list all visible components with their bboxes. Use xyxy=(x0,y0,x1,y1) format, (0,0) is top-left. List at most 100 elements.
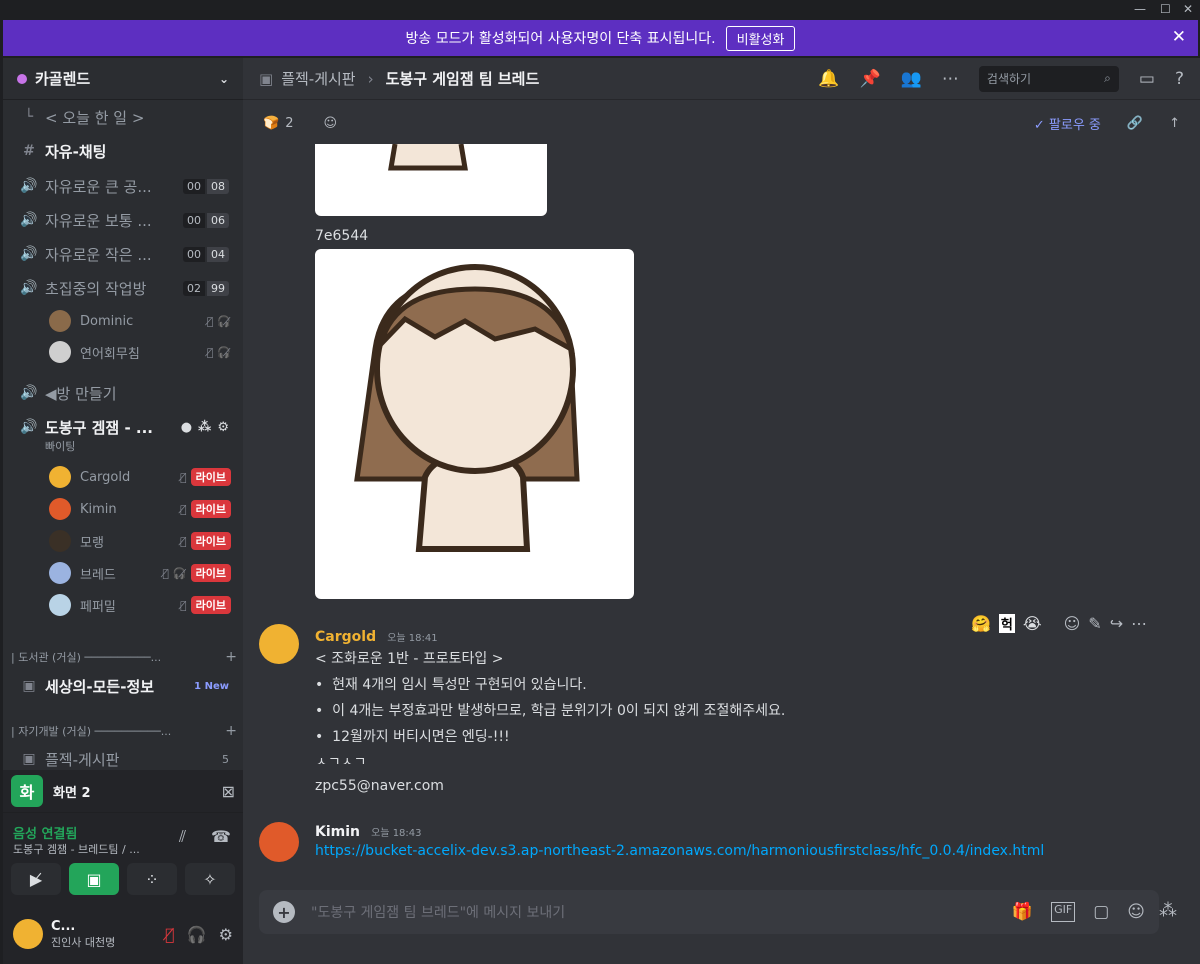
soundboard-icon[interactable]: ✧ xyxy=(185,863,235,895)
message-link[interactable]: https://bucket-accelix-dev.s3.ap-northea… xyxy=(315,843,1044,859)
message-line: 현재 4개의 임시 특성만 구현되어 있습니다. xyxy=(332,677,587,693)
user-panel: C... 진인사 대천명 🎙̸ 🎧 ⚙ xyxy=(3,904,243,964)
voice-user-yeoneo[interactable]: 연어회무침 🎙̸ 🎧̸ xyxy=(49,338,239,366)
message-author[interactable]: Kimin xyxy=(315,824,360,840)
channel-voice-normal[interactable]: 🔊 자유로운 보통 ... 00 06 xyxy=(3,205,243,235)
close-window-icon[interactable]: ✕ xyxy=(1183,2,1193,16)
screen-share-bar[interactable]: 화 화면 2 ⊠ xyxy=(3,770,243,812)
deafened-icon: 🎧̸ xyxy=(217,314,231,328)
add-member-icon[interactable]: ⁂ xyxy=(198,420,211,435)
user-name: 브레드 xyxy=(80,567,116,583)
reaction-heok-icon[interactable]: 헉 xyxy=(998,614,1015,633)
live-badge: 라이브 xyxy=(190,500,231,518)
reaction-hug-icon[interactable]: 🤗 xyxy=(971,614,991,633)
server-header[interactable]: 카골렌드 ⌄ xyxy=(3,58,243,100)
camera-off-icon[interactable]: ▶̸ xyxy=(11,863,61,895)
add-reaction-icon[interactable]: ☺ xyxy=(1064,614,1081,633)
avatar xyxy=(49,530,71,552)
category-library[interactable]: | 도서관 (거실) ──────────... + xyxy=(11,646,237,668)
voice-channel-name[interactable]: 도봉구 겜잼 - 브레드팀 / ... xyxy=(13,841,140,857)
message-author[interactable]: Cargold xyxy=(315,629,376,645)
apps-icon[interactable]: ⁂ xyxy=(1159,900,1177,921)
message-line: 이 4개는 부정효과만 발생하므로, 학급 분위기가 0이 되지 않게 조절해주… xyxy=(332,703,786,719)
reaction-cry-icon[interactable]: 😭 xyxy=(1023,614,1042,633)
disable-button[interactable]: 비활성화 xyxy=(725,25,796,51)
forum-icon: ▣ xyxy=(22,751,36,767)
avatar[interactable] xyxy=(259,822,299,862)
channel-voice-small[interactable]: 🔊 자유로운 작은 ... 00 04 xyxy=(3,239,243,269)
plus-icon[interactable]: + xyxy=(273,901,295,923)
gear-icon[interactable]: ⚙ xyxy=(217,420,229,435)
voice-user-kimin[interactable]: Kimin 🎙̸ 라이브 xyxy=(49,495,239,523)
voice-user-peppermill[interactable]: 페퍼밀 🎙̸ 라이브 xyxy=(49,591,239,619)
more-icon[interactable]: ⋯ xyxy=(1131,614,1147,633)
chevron-down-icon[interactable]: ⌄ xyxy=(219,72,229,86)
pin-icon[interactable]: 📌 xyxy=(860,69,881,89)
screen-share-button[interactable]: ▣ xyxy=(69,863,119,895)
headphones-icon[interactable]: 🎧 xyxy=(187,925,207,944)
user-name: C... xyxy=(51,918,76,934)
inbox-icon[interactable]: ▭ xyxy=(1139,69,1155,89)
channel-voice-focus[interactable]: 🔊 초집중의 작업방 02 99 xyxy=(3,273,243,303)
voice-user-bread[interactable]: 브레드 🎙̸ 🎧̸ 라이브 xyxy=(49,559,239,587)
composer-placeholder[interactable]: "도봉구 게임잼 팀 브레드"에 메시지 보내기 xyxy=(311,902,565,922)
link-icon[interactable]: 🔗 xyxy=(1127,116,1143,131)
channel-free-chat[interactable]: # 자유-채팅 xyxy=(3,136,243,166)
reply-icon[interactable]: ↪ xyxy=(1110,614,1123,633)
gif-icon[interactable]: GIF xyxy=(1051,902,1076,922)
channel-label: 도봉구 겜잼 - ... xyxy=(45,418,153,437)
stop-stream-icon[interactable]: ⊠ xyxy=(222,782,235,801)
bread-reaction-icon[interactable]: 🍞 xyxy=(263,116,279,131)
voice-user-cargold[interactable]: Cargold 🎙̸ 라이브 xyxy=(49,463,239,491)
user-name: 모랭 xyxy=(80,535,104,551)
character-image xyxy=(388,144,468,171)
follow-button[interactable]: ✓ 팔로우 중 xyxy=(1034,114,1101,133)
message-line: ㅅㄱㅅㄱ xyxy=(315,755,367,764)
minimize-icon[interactable]: — xyxy=(1134,2,1146,16)
breadcrumb-forum[interactable]: 플젝-게시판 xyxy=(281,68,355,89)
attached-image-cropped[interactable] xyxy=(315,144,547,216)
help-icon[interactable]: ? xyxy=(1175,69,1184,89)
attached-image[interactable] xyxy=(315,249,634,599)
category-self-dev[interactable]: | 자기개발 (거실) ──────────... + xyxy=(11,720,237,742)
channel-voice-big[interactable]: 🔊 자유로운 큰 공... 00 08 xyxy=(3,171,243,201)
plus-icon[interactable]: + xyxy=(225,649,237,665)
activities-icon[interactable]: ⁘ xyxy=(127,863,177,895)
more-icon[interactable]: ⋯ xyxy=(942,69,959,89)
add-reaction-icon[interactable]: ☺ xyxy=(323,116,337,131)
mic-muted-icon: 🎙̸ xyxy=(180,534,187,548)
edit-icon[interactable]: ✎ xyxy=(1088,614,1101,633)
voice-user-dominic[interactable]: Dominic 🎙̸ 🎧̸ xyxy=(49,307,239,335)
sticker-icon[interactable]: ▢ xyxy=(1093,902,1109,922)
emoji-icon[interactable]: ☺ xyxy=(1127,902,1145,922)
voice-status: 빠이팅 xyxy=(45,440,76,453)
arrow-up-icon[interactable]: ↑ xyxy=(1169,116,1180,131)
channel-today[interactable]: └ < 오늘 한 일 > xyxy=(3,102,243,132)
search-placeholder: 검색하기 xyxy=(986,72,1032,86)
mic-muted-icon[interactable]: 🎙̸ xyxy=(165,925,175,944)
speaker-icon: 🔊 xyxy=(20,419,38,435)
members-icon[interactable]: 👥 xyxy=(901,69,922,89)
reaction-count: 2 xyxy=(285,115,294,131)
streamer-mode-banner: 방송 모드가 활성화되어 사용자명이 단축 표시됩니다. 비활성화 ✕ xyxy=(3,20,1198,56)
avatar[interactable] xyxy=(13,919,43,949)
gift-icon[interactable]: 🎁 xyxy=(1012,902,1033,922)
search-input[interactable]: 검색하기 ⌕ xyxy=(978,65,1119,92)
channel-active-voice[interactable]: 🔊 도봉구 겜잼 - ... ● ⁂ ⚙ xyxy=(3,412,243,442)
maximize-icon[interactable]: ☐ xyxy=(1160,2,1171,16)
gear-icon[interactable]: ⚙ xyxy=(219,925,233,944)
mic-muted-icon: 🎙̸ xyxy=(180,598,187,612)
close-icon[interactable]: ✕ xyxy=(1172,27,1186,47)
message-line: 12월까지 버티시면은 엔딩-!!! xyxy=(332,729,510,745)
noise-suppression-icon[interactable]: ⫽ xyxy=(179,827,186,847)
message-composer[interactable]: + "도봉구 게임잼 팀 브레드"에 메시지 보내기 🎁 GIF ▢ ☺ xyxy=(259,890,1159,934)
disconnect-icon[interactable]: ☎ xyxy=(211,827,231,846)
chat-bubble-icon[interactable]: ● xyxy=(181,420,192,435)
thread-header: ▣ 플젝-게시판 › 도봉구 게임잼 팀 브레드 🔔 📌 👥 ⋯ 검색하기 ⌕ ▭… xyxy=(243,58,1200,100)
channel-make-room[interactable]: 🔊 ◀방 만들기 xyxy=(3,378,243,408)
bell-icon[interactable]: 🔔 xyxy=(818,69,839,89)
plus-icon[interactable]: + xyxy=(225,723,237,739)
channel-info[interactable]: ▣ 세상의-모든-정보 1 New xyxy=(3,671,243,701)
avatar[interactable] xyxy=(259,624,299,664)
voice-user-moraeng[interactable]: 모랭 🎙̸ 라이브 xyxy=(49,527,239,555)
